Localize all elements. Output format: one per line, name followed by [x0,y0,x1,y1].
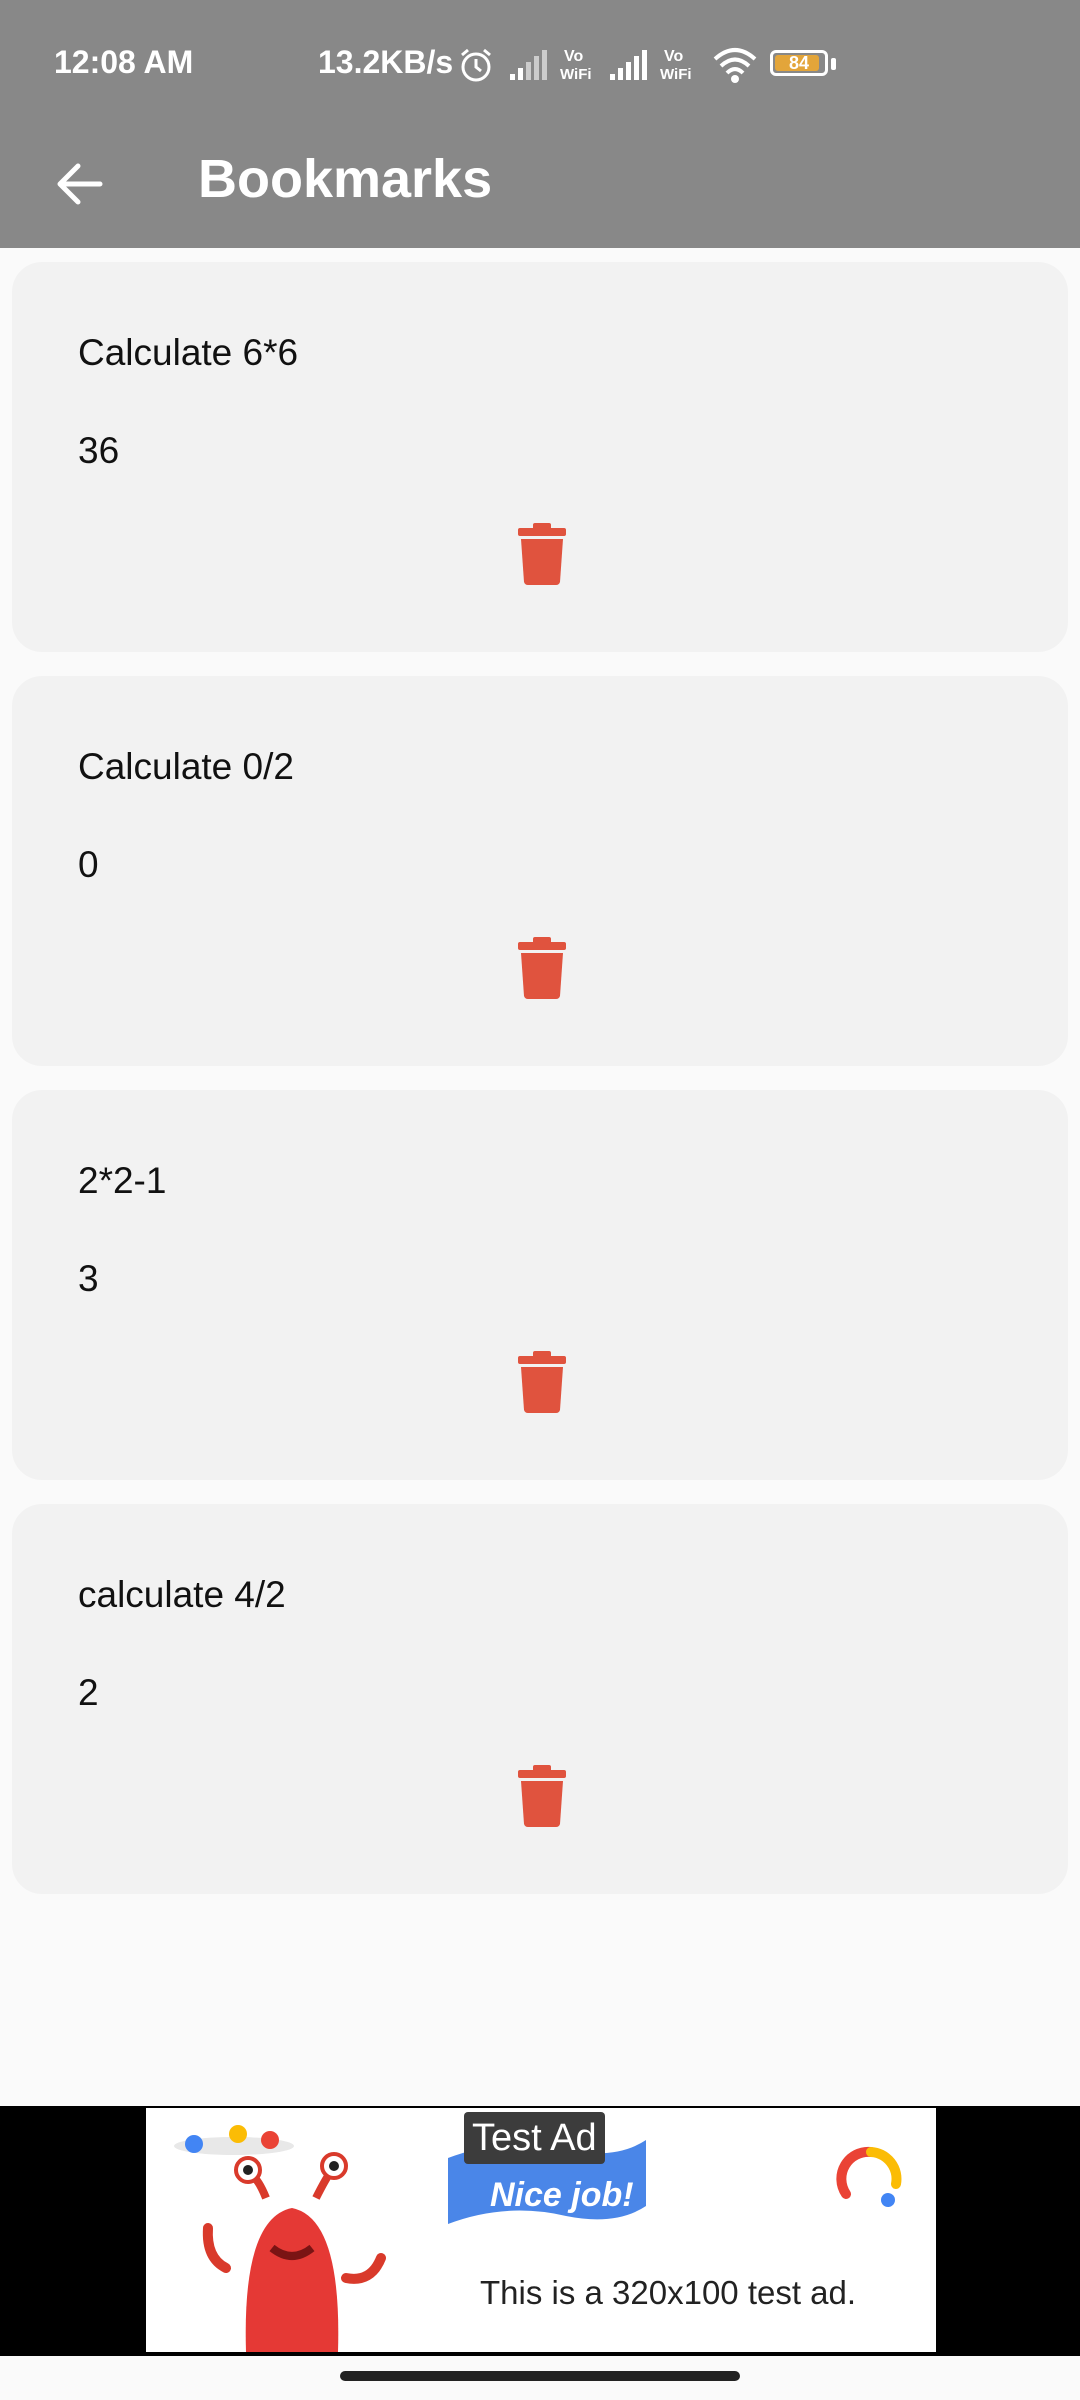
status-net-speed: 13.2KB/s [318,44,454,80]
bookmark-card: Calculate 0/2 0 [12,676,1068,1066]
signal-icon [610,50,647,80]
back-button[interactable] [50,154,110,214]
wifi-icon [713,48,757,83]
bookmark-question: Calculate 0/2 [78,746,294,787]
delete-button[interactable] [512,522,572,586]
vowifi-icon: Vo WiFi [560,48,592,83]
svg-text:Vo: Vo [664,48,683,65]
signal-icon [510,50,547,80]
bookmark-card: 2*2-1 3 [12,1090,1068,1480]
bookmark-question: calculate 4/2 [78,1574,286,1615]
bookmark-answer: 3 [78,1258,99,1299]
ad-banner-text: Nice job! [490,2176,634,2214]
svg-text:WiFi: WiFi [660,66,692,83]
trash-icon [518,523,566,585]
page-title: Bookmarks [198,149,493,209]
svg-text:WiFi: WiFi [560,66,592,83]
ad-banner[interactable]: Nice job! Test Ad This is a 320x100 test… [146,2108,936,2352]
trash-icon [518,1765,566,1827]
google-ads-logo-icon [836,2146,902,2207]
battery-icon: 84 [770,50,828,76]
arrow-back-icon [57,163,103,205]
trash-icon [518,1351,566,1413]
alarm-icon [461,48,491,82]
bookmark-question: Calculate 6*6 [78,332,299,373]
monster-mascot-icon [174,2125,386,2352]
trash-icon [518,937,566,999]
delete-button[interactable] [512,1350,572,1414]
ad-label: Test Ad [464,2112,605,2164]
battery-nub [831,58,836,70]
status-icons: Vo WiFi Vo WiFi [456,40,758,90]
bookmark-answer: 2 [78,1672,99,1713]
status-time: 12:08 AM [54,44,194,80]
bookmark-list: Calculate 6*6 36 Calculate 0/2 0 2*2-1 3 [12,262,1068,1918]
vowifi-icon: Vo WiFi [660,48,692,83]
bookmark-card: calculate 4/2 2 [12,1504,1068,1894]
bookmark-answer: 36 [78,430,120,471]
ad-text: This is a 320x100 test ad. [480,2274,857,2311]
svg-text:Vo: Vo [564,48,583,65]
bookmark-answer: 0 [78,844,99,885]
status-bar: 12:08 AM 13.2KB/s Vo WiFi Vo WiFi 84 [0,0,1080,126]
battery-level: 84 [788,53,810,73]
gesture-bar[interactable] [340,2371,740,2381]
bookmark-question: 2*2-1 [78,1160,167,1201]
bookmark-card: Calculate 6*6 36 [12,262,1068,652]
app-bar: Bookmarks [0,126,1080,248]
delete-button[interactable] [512,936,572,1000]
delete-button[interactable] [512,1764,572,1828]
